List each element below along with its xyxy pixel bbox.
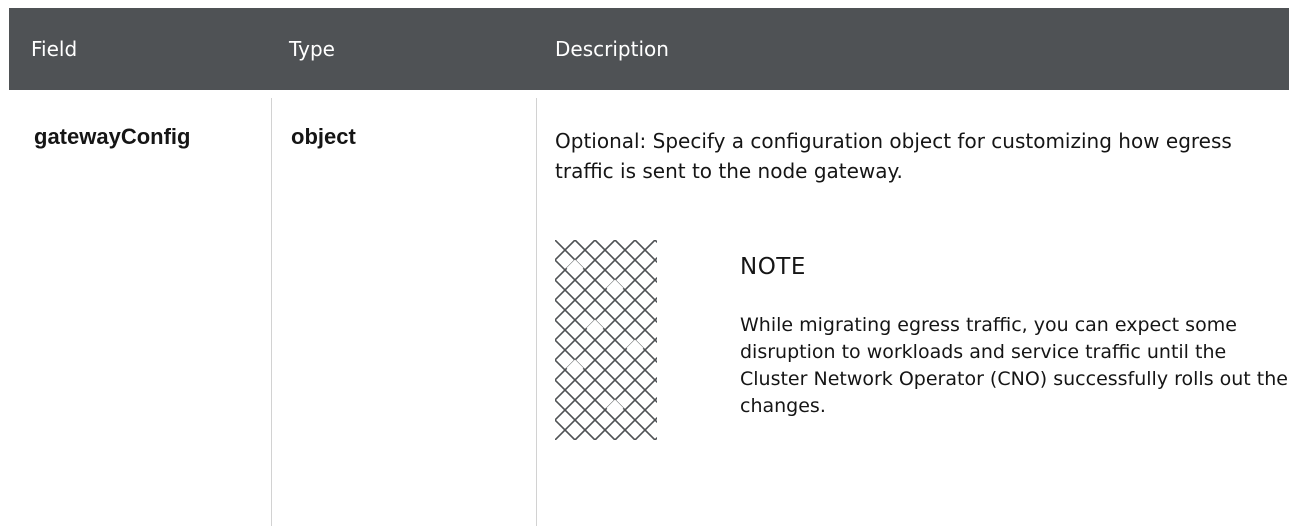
api-field-table: Field Type Description gatewayConfig obj… <box>9 8 1289 526</box>
column-divider <box>536 98 537 526</box>
column-divider <box>271 98 272 526</box>
cell-field-type: object <box>291 124 356 149</box>
cell-field-name: gatewayConfig <box>34 124 191 149</box>
note-admonition: NOTE While migrating egress traffic, you… <box>555 240 1295 450</box>
header-type: Type <box>289 37 335 61</box>
note-pattern-icon <box>555 240 657 440</box>
note-title: NOTE <box>740 254 806 280</box>
note-body: While migrating egress traffic, you can … <box>740 314 1288 417</box>
table-header: Field Type Description <box>9 8 1289 90</box>
table-row: gatewayConfig object Optional: Specify a… <box>9 90 1289 526</box>
header-description: Description <box>555 37 669 61</box>
header-field: Field <box>31 37 78 61</box>
cell-description: Optional: Specify a configuration object… <box>555 129 1232 183</box>
page: Field Type Description gatewayConfig obj… <box>0 0 1298 526</box>
